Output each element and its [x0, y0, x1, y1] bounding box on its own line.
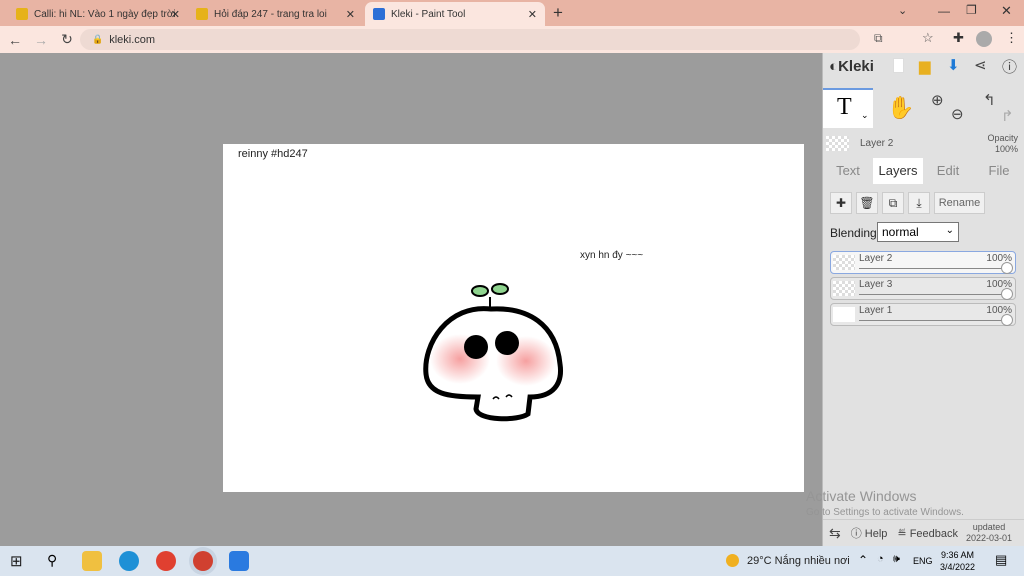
restore-button[interactable]: ❐ — [966, 3, 977, 17]
text-tool-icon: T — [837, 94, 852, 120]
layer-row[interactable]: Layer 1 100% — [830, 303, 1016, 326]
kleki-favicon-icon — [373, 8, 385, 20]
wifi-icon[interactable]: ◔ — [877, 553, 884, 565]
opacity-slider-knob[interactable] — [1001, 314, 1013, 326]
menu-icon[interactable]: ⋮ — [1005, 30, 1018, 46]
close-window-button[interactable]: ✕ — [1001, 3, 1012, 19]
zoom-in-icon[interactable]: ⊕ — [931, 91, 944, 109]
chevron-down-icon[interactable]: ⌄ — [861, 110, 869, 121]
undo-icon[interactable]: ↰ — [983, 91, 996, 109]
tab-text[interactable]: Text — [823, 158, 873, 184]
rename-button[interactable]: Rename — [934, 192, 985, 214]
download-icon[interactable]: ⬇ — [947, 56, 960, 74]
lock-icon: 🔒 — [92, 34, 104, 44]
tab-edit[interactable]: Edit — [923, 158, 973, 184]
swap-side-icon[interactable]: ⇆ — [829, 525, 841, 542]
blending-select[interactable]: normal ⌄ — [877, 222, 959, 242]
chrome-active-icon[interactable] — [193, 551, 213, 571]
zoom-out-icon[interactable]: ⊖ — [951, 105, 964, 123]
layer-row[interactable]: Layer 2 100% — [830, 251, 1016, 274]
redo-icon[interactable]: ↱ — [1001, 107, 1014, 125]
taskbar: ⊞ ⚲ 29°C Nắng nhiều nơi ⌃ ◔ 🕪 ENG 9:36 A… — [0, 546, 1024, 576]
share-icon[interactable]: ⋖ — [974, 56, 987, 74]
opacity-slider[interactable] — [859, 320, 1005, 321]
chrome-icon[interactable] — [156, 551, 176, 571]
opacity-slider[interactable] — [859, 294, 1005, 295]
forward-button[interactable]: → — [30, 32, 52, 48]
clock[interactable]: 9:36 AM 3/4/2022 — [940, 549, 975, 573]
notification-icon[interactable]: ▤ — [995, 552, 1007, 568]
tab-layers[interactable]: Layers — [873, 158, 923, 184]
tab-search-icon[interactable]: ⌄ — [898, 4, 907, 17]
tab-file[interactable]: File — [974, 158, 1024, 184]
site-favicon-icon — [196, 8, 208, 20]
help-circle-icon[interactable]: ⓘ — [1002, 56, 1017, 77]
chevron-down-icon: ⌄ — [945, 225, 954, 236]
delete-layer-button[interactable]: 🗑 — [856, 192, 878, 214]
tab-kleki[interactable]: Kleki - Paint Tool ✕ — [365, 2, 545, 26]
back-button[interactable]: ← — [4, 32, 26, 48]
chevron-up-icon[interactable]: ⌃ — [858, 553, 868, 567]
weather-text[interactable]: 29°C Nắng nhiều nơi — [747, 555, 850, 567]
file-explorer-icon[interactable] — [82, 551, 102, 571]
extensions-icon[interactable]: ✚ — [953, 30, 964, 46]
layer-thumbnail — [833, 307, 855, 322]
kleki-logo: ◐Kleki — [829, 58, 874, 75]
close-tab-icon[interactable]: ✕ — [171, 8, 180, 21]
layer-row[interactable]: Layer 3 100% — [830, 277, 1016, 300]
kleki-logo-icon: ◐ — [829, 58, 839, 75]
mushroom-drawing — [423, 283, 564, 422]
drawing-canvas[interactable]: reinny #hd247 xyn hn đy ~~~ — [223, 144, 804, 492]
windows-start-icon[interactable]: ⊞ — [10, 552, 23, 570]
feedback-icon: ≝ — [897, 527, 907, 540]
site-favicon-icon — [16, 8, 28, 20]
tab-bar: Calli: hi NL: Vào 1 ngày đẹp trời ✕ Hỏi đ… — [0, 0, 1024, 26]
layer-thumbnail — [833, 255, 855, 270]
translate-icon[interactable]: ⧉ — [874, 31, 883, 46]
blending-label: Blending — [830, 226, 877, 240]
duplicate-layer-button[interactable]: ⧉ — [882, 192, 904, 214]
profile-avatar[interactable] — [976, 31, 992, 47]
current-layer-thumbnail — [826, 136, 849, 151]
close-tab-icon[interactable]: ✕ — [346, 8, 355, 21]
panel-footer: ⇆ ⓘ Help ≝ Feedback updated 2022-03-01 — [823, 519, 1024, 546]
help-icon: ⓘ — [850, 528, 862, 540]
tab-hoidap[interactable]: Hỏi đáp 247 - trang tra loi ✕ — [188, 2, 363, 26]
zalo-icon[interactable] — [229, 551, 249, 571]
close-tab-icon[interactable]: ✕ — [528, 8, 537, 21]
current-layer-name: Layer 2 — [860, 138, 894, 149]
layer-thumbnail — [833, 281, 855, 296]
open-folder-icon[interactable]: ▆ — [919, 57, 931, 75]
volume-icon[interactable]: 🕪 — [893, 553, 900, 566]
help-link[interactable]: ⓘ Help — [851, 525, 888, 541]
canvas-text-reinny: reinny #hd247 — [238, 148, 308, 160]
address-bar[interactable]: 🔒 kleki.com — [80, 29, 860, 50]
search-icon[interactable]: ⚲ — [47, 552, 57, 569]
hand-tool-icon[interactable]: ✋ — [887, 95, 914, 121]
feedback-link[interactable]: ≝ Feedback — [897, 527, 958, 540]
tab-calli[interactable]: Calli: hi NL: Vào 1 ngày đẹp trời ✕ — [8, 2, 188, 26]
canvas-text-xyn: xyn hn đy ~~~ — [580, 250, 644, 261]
opacity-slider[interactable] — [859, 268, 1005, 269]
opacity-slider-knob[interactable] — [1001, 288, 1013, 300]
edge-icon[interactable] — [119, 551, 139, 571]
language-indicator[interactable]: ENG — [913, 556, 933, 566]
opacity-slider-knob[interactable] — [1001, 262, 1013, 274]
new-image-icon[interactable] — [893, 58, 904, 73]
add-layer-button[interactable]: ✚ — [830, 192, 852, 214]
browser-toolbar: ← → ↻ 🔒 kleki.com ⧉ ☆ ✚ ⋮ — [0, 26, 1024, 53]
bookmark-star-icon[interactable]: ☆ — [922, 30, 934, 46]
minimize-button[interactable]: — — [938, 4, 950, 18]
updated-info: updated 2022-03-01 — [966, 522, 1013, 543]
text-tool-button[interactable]: T ⌄ — [823, 88, 873, 128]
new-tab-button[interactable]: + — [553, 3, 563, 23]
weather-icon — [726, 554, 739, 567]
merge-layer-button[interactable]: ⤓ — [908, 192, 930, 214]
reload-button[interactable]: ↻ — [56, 31, 78, 48]
opacity-readout: Opacity 100% — [987, 133, 1018, 154]
kleki-panel: ◐Kleki ▆ ⬇ ⋖ ⓘ T ⌄ ✋ ⊕ ⊖ ↰ ↱ Layer 2 Opac… — [822, 53, 1024, 546]
